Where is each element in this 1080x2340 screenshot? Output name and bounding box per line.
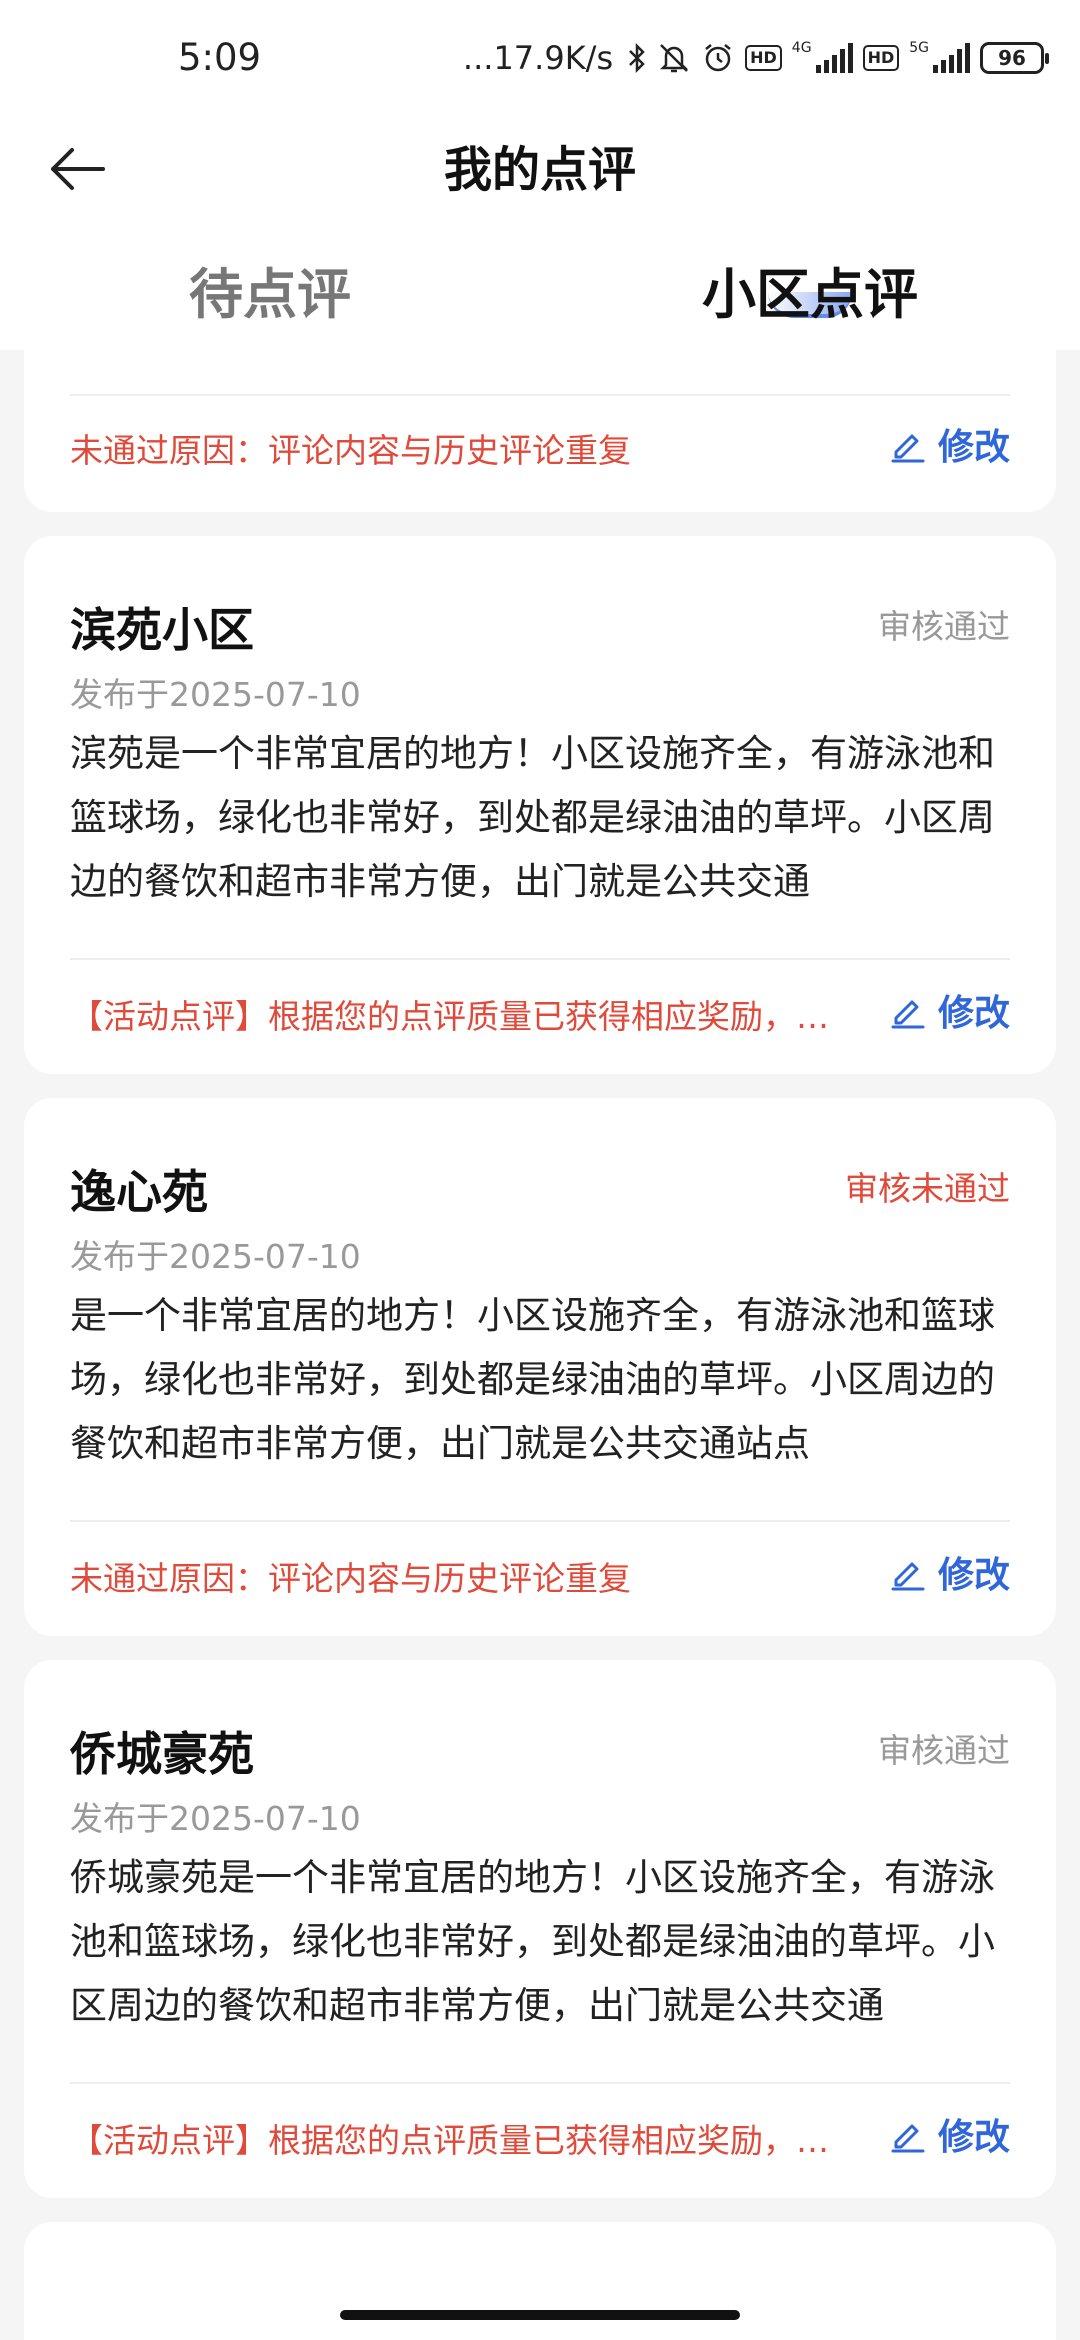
edit-button[interactable]: 修改 (888, 418, 1010, 470)
review-header: 滨苑小区 审核通过 (70, 594, 1010, 657)
tab-label: 待点评 (189, 263, 351, 326)
status-icons: ...17.9K/s HD 4G HD 5G 96 (462, 38, 1049, 78)
edit-label: 修改 (937, 2117, 1010, 2158)
page-title: 我的点评 (443, 142, 636, 198)
hd-badge: HD (745, 45, 782, 71)
review-text: 是一个非常宜居的地方！小区设施齐全，有游泳池和篮球场，绿化也非常好，到处都是绿油… (70, 1294, 995, 1465)
divider (70, 394, 1010, 396)
review-card[interactable]: 滨苑小区 审核通过 发布于2025-07-10 滨苑是一个非常宜居的地方！小区设… (24, 536, 1056, 1074)
mute-bell-icon (660, 44, 689, 73)
activity-note: 【活动点评】根据您的点评质量已获得相应奖励，具体奖励请查看 (70, 997, 860, 1036)
network-type: 4G (791, 40, 812, 56)
reject-reason: 未通过原因：评论内容与历史评论重复 (70, 431, 631, 470)
review-status: 审核通过 (878, 607, 1010, 646)
header: 我的点评 (0, 120, 1080, 230)
review-card: 未通过原因：评论内容与历史评论重复 修改 (24, 350, 1056, 512)
review-footer: 未通过原因：评论内容与历史评论重复 修改 (70, 1542, 1010, 1602)
publish-date: 发布于2025-07-10 (70, 1237, 361, 1276)
network-speed: ...17.9K/s (462, 39, 614, 77)
review-footer: 【活动点评】根据您的点评质量已获得相应奖励，具体奖励请查看 修改 (70, 2104, 1010, 2164)
pencil-icon (891, 2124, 925, 2153)
review-header: 逸心苑 审核未通过 (70, 1156, 1010, 1219)
network-type-2: 5G (909, 40, 929, 56)
divider (70, 958, 1010, 960)
tab-bar: 待点评 小区点评 (0, 230, 1080, 350)
review-footer: 未通过原因：评论内容与历史评论重复 修改 (70, 414, 1010, 474)
status-bar: 5:09 ...17.9K/s HD 4G HD 5G 96 (0, 0, 1080, 120)
pencil-icon (891, 1000, 925, 1029)
divider (70, 2082, 1010, 2084)
hd-badge-2: HD (862, 45, 900, 71)
review-card-partial[interactable] (24, 2222, 1056, 2340)
edit-button[interactable]: 修改 (888, 1546, 1010, 1598)
edit-button[interactable]: 修改 (888, 2108, 1010, 2160)
signal-icon (815, 43, 853, 73)
tab-community-review[interactable]: 小区点评 (540, 230, 1080, 350)
edit-label: 修改 (937, 1555, 1010, 1596)
edit-button[interactable]: 修改 (888, 984, 1010, 1036)
publish-date: 发布于2025-07-10 (70, 675, 361, 714)
review-header: 侨城豪苑 审核通过 (70, 1718, 1010, 1781)
review-status: 审核未通过 (845, 1169, 1010, 1208)
review-card[interactable]: 侨城豪苑 审核通过 发布于2025-07-10 侨城豪苑是一个非常宜居的地方！小… (24, 1660, 1056, 2198)
community-name: 侨城豪苑 (70, 1727, 254, 1781)
review-text: 滨苑是一个非常宜居的地方！小区设施齐全，有游泳池和篮球场，绿化也非常好，到处都是… (70, 732, 995, 903)
review-text: 侨城豪苑是一个非常宜居的地方！小区设施齐全，有游泳池和篮球场，绿化也非常好，到处… (70, 1856, 995, 2027)
pencil-icon (891, 434, 925, 463)
signal-icon-2 (933, 43, 970, 73)
divider (70, 1520, 1010, 1522)
edit-label: 修改 (937, 993, 1010, 1034)
publish-date: 发布于2025-07-10 (70, 1799, 361, 1838)
bluetooth-icon (629, 42, 645, 74)
review-card[interactable]: 逸心苑 审核未通过 发布于2025-07-10 是一个非常宜居的地方！小区设施齐… (24, 1098, 1056, 1636)
battery-icon: 96 (980, 42, 1049, 74)
review-footer: 【活动点评】根据您的点评质量已获得相应奖励，具体奖励请查看 修改 (70, 980, 1010, 1040)
community-name: 滨苑小区 (70, 603, 254, 657)
tab-label: 小区点评 (702, 263, 918, 326)
review-list[interactable]: 未通过原因：评论内容与历史评论重复 修改 滨苑小区 审核通过 发布于2025-0… (0, 350, 1080, 2340)
edit-label: 修改 (937, 427, 1010, 468)
activity-note: 【活动点评】根据您的点评质量已获得相应奖励，具体奖励请查看 (70, 2121, 860, 2160)
pencil-icon (891, 1562, 925, 1591)
alarm-icon (705, 44, 731, 72)
community-name: 逸心苑 (70, 1165, 208, 1219)
status-time: 5:09 (178, 36, 262, 79)
review-status: 审核通过 (878, 1731, 1010, 1770)
reject-reason: 未通过原因：评论内容与历史评论重复 (70, 1559, 631, 1598)
home-indicator[interactable] (340, 2310, 740, 2320)
tab-pending-review[interactable]: 待点评 (0, 230, 540, 350)
